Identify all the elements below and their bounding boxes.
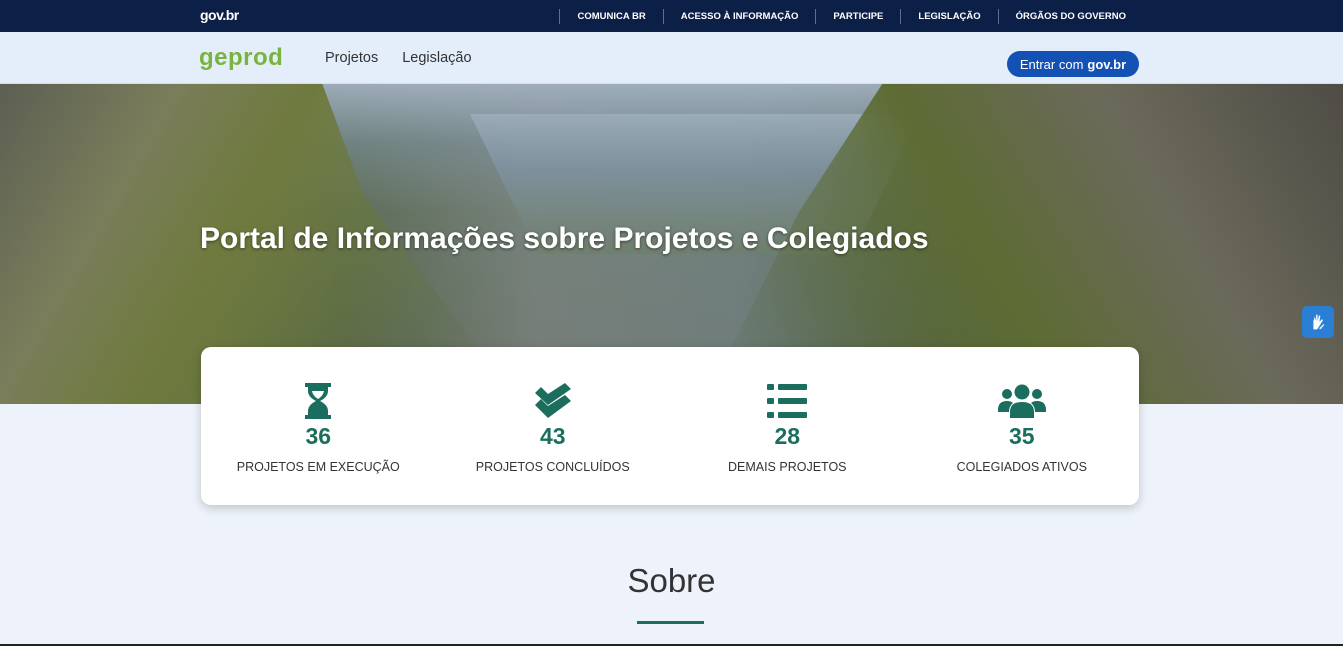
about-section-title: Sobre <box>627 562 716 599</box>
nav-projetos[interactable]: Projetos <box>325 50 378 66</box>
stat-demais-projetos[interactable]: 28 DEMAIS PROJETOS <box>670 347 905 505</box>
brand-name: geprod <box>199 44 284 71</box>
login-brand: gov.br <box>1087 56 1127 72</box>
stat-projetos-execucao[interactable]: 36 PROJETOS EM EXECUÇÃO <box>201 347 436 505</box>
stat-label: PROJETOS EM EXECUÇÃO <box>236 460 400 474</box>
gov-links: COMUNICA BR ACESSO À INFORMAÇÃO PARTICIP… <box>559 0 1143 32</box>
hourglass-icon <box>303 383 333 419</box>
govbr-logo[interactable]: gov.br <box>200 7 239 23</box>
link-comunica-br[interactable]: COMUNICA BR <box>560 11 662 22</box>
geprod-logo[interactable]: geprod <box>199 43 283 73</box>
stat-label: PROJETOS CONCLUÍDOS <box>475 460 630 474</box>
double-check-icon <box>533 383 573 419</box>
hero-title: Portal de Informações sobre Projetos e C… <box>200 222 929 255</box>
nav-legislacao[interactable]: Legislação <box>402 50 471 66</box>
link-acesso-informacao[interactable]: ACESSO À INFORMAÇÃO <box>664 11 816 22</box>
stats-card: 36 PROJETOS EM EXECUÇÃO 43 PROJETOS CONC… <box>201 347 1139 505</box>
link-legislacao-gov[interactable]: LEGISLAÇÃO <box>901 11 997 22</box>
stat-label: DEMAIS PROJETOS <box>727 460 847 474</box>
login-label: Entrar com <box>1019 56 1084 72</box>
users-icon <box>997 383 1046 419</box>
gov-top-bar: gov.br COMUNICA BR ACESSO À INFORMAÇÃO P… <box>0 0 1343 32</box>
stat-label: COLEGIADOS ATIVOS <box>956 460 1087 474</box>
vlibras-accessibility-button[interactable] <box>1302 306 1334 338</box>
list-icon <box>767 383 808 419</box>
stat-value: 36 <box>305 423 332 449</box>
stat-projetos-concluidos[interactable]: 43 PROJETOS CONCLUÍDOS <box>436 347 671 505</box>
stat-value: 43 <box>539 423 566 449</box>
site-header: geprod Projetos Legislação Entrar com go… <box>0 32 1343 84</box>
about-title-underline <box>637 621 704 624</box>
sign-language-hands-icon <box>1313 314 1325 330</box>
login-govbr-button[interactable]: Entrar com gov.br <box>1007 51 1139 77</box>
stat-value: 35 <box>1008 423 1035 449</box>
main-nav: Projetos Legislação <box>325 32 472 84</box>
stat-value: 28 <box>774 423 801 449</box>
link-participe[interactable]: PARTICIPE <box>816 11 900 22</box>
link-orgaos-governo[interactable]: ÓRGÃOS DO GOVERNO <box>999 11 1143 22</box>
stat-colegiados-ativos[interactable]: 35 COLEGIADOS ATIVOS <box>905 347 1140 505</box>
